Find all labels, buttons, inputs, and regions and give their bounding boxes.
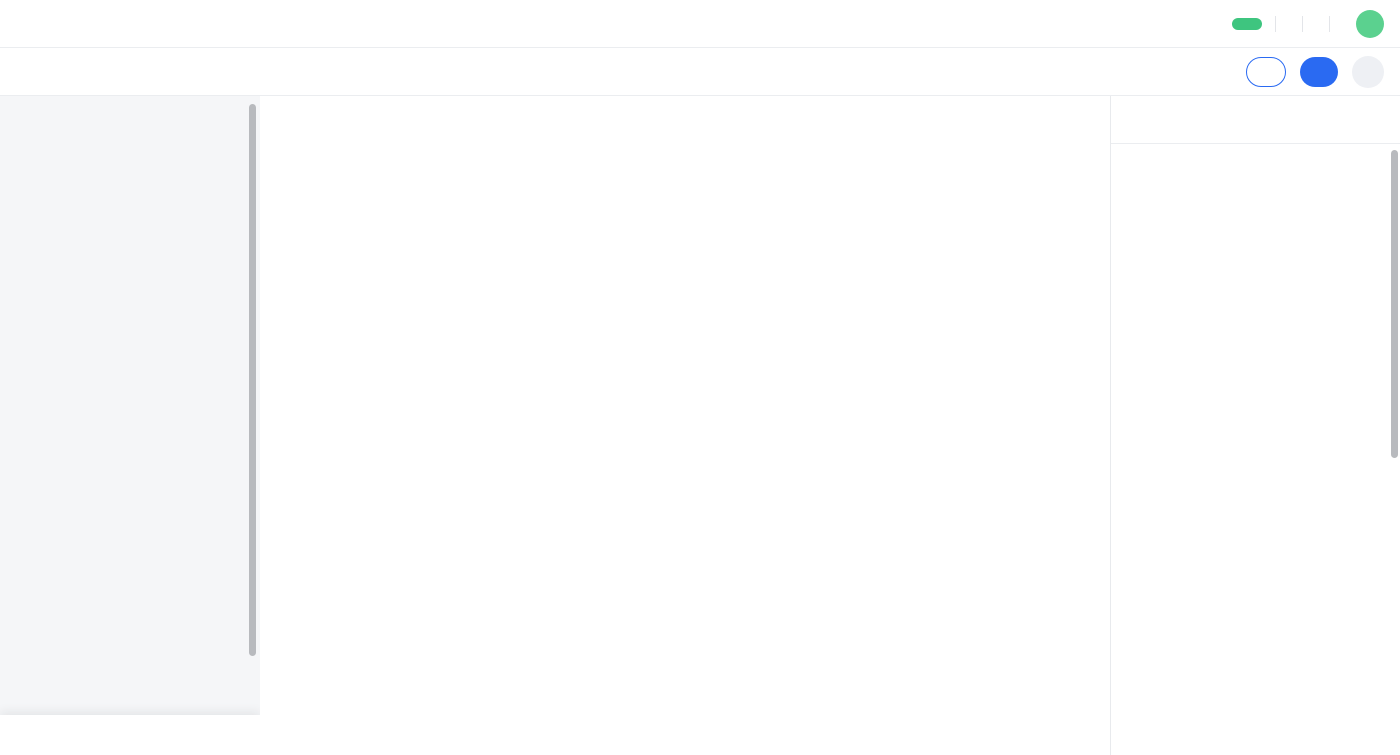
form-toolbar	[0, 48, 1400, 96]
topbar-left	[16, 22, 26, 26]
avatar[interactable]	[1356, 10, 1384, 38]
panel-scrollbar[interactable]	[1391, 150, 1398, 458]
preview-button[interactable]	[1246, 57, 1286, 87]
toolbar-actions	[1246, 56, 1384, 88]
divider	[1275, 16, 1276, 32]
topbar	[0, 0, 1400, 48]
panel-body	[1111, 144, 1400, 160]
form-canvas[interactable]	[260, 96, 1110, 755]
save-button[interactable]	[1300, 57, 1338, 87]
divider	[1302, 16, 1303, 32]
data-manage-button[interactable]	[1232, 18, 1262, 30]
topbar-right	[1232, 10, 1384, 38]
properties-panel	[1110, 96, 1400, 755]
field-sidebar	[0, 96, 260, 755]
divider	[1329, 16, 1330, 32]
form-designer-app	[0, 0, 1400, 755]
share-button[interactable]	[1352, 56, 1384, 88]
sidebar-scrollbar[interactable]	[249, 104, 256, 656]
main-area	[0, 96, 1400, 755]
field-recycle-bin[interactable]	[0, 715, 260, 755]
panel-tabs	[1111, 96, 1400, 144]
